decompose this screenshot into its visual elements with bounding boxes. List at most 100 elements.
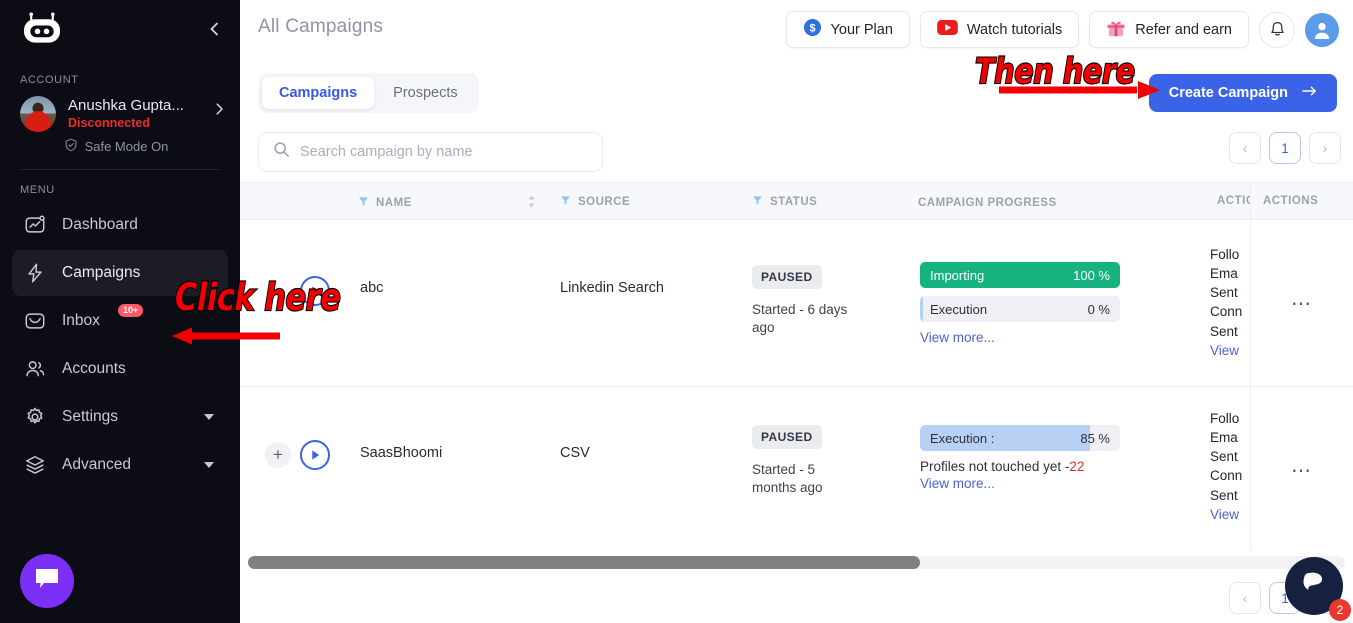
sidebar-chat-button[interactable] <box>20 554 74 608</box>
chevron-down-icon <box>204 462 214 468</box>
sidebar-item-settings[interactable]: Settings <box>12 394 228 440</box>
column-header-status[interactable]: STATUS <box>752 195 817 209</box>
pagination-page-1[interactable]: 1 <box>1269 132 1301 164</box>
actions-line: Sent <box>1210 285 1238 301</box>
account-switcher[interactable]: Anushka Gupta... Disconnected <box>0 86 240 132</box>
refer-and-earn-button[interactable]: Refer and earn <box>1089 11 1249 48</box>
view-more-link[interactable]: View more... <box>920 330 995 345</box>
campaign-source: CSV <box>560 445 590 461</box>
pagination-next-button[interactable]: › <box>1309 132 1341 164</box>
campaign-status-cell: PAUSED Started - 6 days ago <box>752 265 862 337</box>
sidebar-item-label: Inbox <box>62 312 100 329</box>
safe-mode-indicator: Safe Mode On <box>0 138 240 155</box>
row-menu-button[interactable]: ⋯ <box>1251 220 1353 387</box>
sticky-actions-column: ACTIONS ⋯ ⋯ <box>1250 182 1353 550</box>
column-header-name[interactable]: NAME <box>358 195 536 211</box>
view-more-link[interactable]: View more... <box>920 476 995 491</box>
sidebar-item-campaigns[interactable]: Campaigns <box>12 250 228 296</box>
safe-mode-label: Safe Mode On <box>84 139 169 154</box>
inbox-unread-badge: 10+ <box>118 304 144 317</box>
actions-line: Ema <box>1210 430 1238 446</box>
row-menu-button[interactable]: ⋯ <box>1251 387 1353 550</box>
sort-icon[interactable] <box>527 195 536 211</box>
user-avatar-icon[interactable] <box>1305 12 1339 47</box>
chevron-down-icon <box>204 414 214 420</box>
horizontal-scrollbar[interactable] <box>248 556 1345 569</box>
campaign-name[interactable]: abc <box>360 280 383 296</box>
sidebar-item-dashboard[interactable]: Dashboard <box>12 202 228 248</box>
actions-view-more-link[interactable]: View <box>1210 505 1253 524</box>
bottom-pagination-prev-button[interactable]: ‹ <box>1229 582 1261 614</box>
status-badge: PAUSED <box>752 265 822 289</box>
campaign-name[interactable]: SaasBhoomi <box>360 445 442 461</box>
avatar <box>20 96 56 132</box>
search-campaign-box[interactable] <box>258 132 603 172</box>
filter-icon <box>752 195 763 209</box>
column-header-label: CAMPAIGN PROGRESS <box>918 197 1057 209</box>
chat-bubble-icon <box>34 567 60 596</box>
campaign-started: Started - 6 days ago <box>752 302 848 336</box>
sidebar-item-accounts[interactable]: Accounts <box>12 346 228 392</box>
filter-icon <box>560 195 571 209</box>
robot-logo-icon <box>20 12 64 48</box>
progress-label: Importing <box>930 267 985 283</box>
row-play-button[interactable] <box>300 440 330 470</box>
row-expand-button[interactable]: + <box>265 442 291 468</box>
profiles-not-touched-label: Profiles not touched yet - <box>920 459 1070 474</box>
page-title: All Campaigns <box>258 16 384 37</box>
column-header-source[interactable]: SOURCE <box>560 195 630 209</box>
gift-icon <box>1106 18 1126 42</box>
column-header-label: NAME <box>376 197 412 209</box>
column-header-label: SOURCE <box>578 196 631 208</box>
plus-icon[interactable]: + <box>265 442 291 468</box>
sidebar-divider <box>20 169 220 170</box>
your-plan-button[interactable]: $ Your Plan <box>785 11 910 48</box>
menu-section-label: MENU <box>20 184 55 196</box>
lightning-bolt-icon <box>24 262 46 284</box>
refer-and-earn-label: Refer and earn <box>1135 21 1232 38</box>
search-icon <box>273 141 290 163</box>
row-play-button[interactable] <box>300 276 330 306</box>
account-section-label: ACCOUNT <box>20 74 79 86</box>
play-circle-icon[interactable] <box>300 276 330 306</box>
tab-prospects[interactable]: Prospects <box>376 77 474 109</box>
app-root: ACCOUNT Anushka Gupta... Disconnected Sa… <box>0 0 1353 623</box>
sidebar-item-advanced[interactable]: Advanced <box>12 442 228 488</box>
tab-group: Campaigns Prospects <box>258 73 479 113</box>
actions-summary: Follo Ema Sent Conn Sent View <box>1210 245 1253 360</box>
table-row: abc Linkedin Search PAUSED Started - 6 d… <box>240 220 1353 387</box>
watch-tutorials-button[interactable]: Watch tutorials <box>919 11 1080 48</box>
progress-label: Execution <box>930 301 988 317</box>
sidebar-item-label: Accounts <box>62 360 126 377</box>
more-horizontal-icon: ⋯ <box>1291 459 1313 482</box>
sidebar-menu: Dashboard Campaigns Inbox 10+ Accounts S… <box>0 202 240 488</box>
actions-line: Conn <box>1210 304 1243 320</box>
actions-view-more-link[interactable]: View <box>1210 341 1253 360</box>
sidebar: ACCOUNT Anushka Gupta... Disconnected Sa… <box>0 0 240 623</box>
svg-text:$: $ <box>809 23 815 35</box>
top-bar-actions: $ Your Plan Watch tutorials Refer and ea… <box>785 11 1339 48</box>
tab-campaigns[interactable]: Campaigns <box>262 77 375 109</box>
account-name: Anushka Gupta... <box>68 97 184 115</box>
sidebar-collapse-button[interactable] <box>202 16 228 42</box>
search-input[interactable] <box>300 144 588 160</box>
notification-bell-icon[interactable] <box>1259 11 1295 48</box>
scrollbar-thumb[interactable] <box>248 556 920 569</box>
actions-line: Ema <box>1210 266 1238 282</box>
campaign-actions-cell: Follo Ema Sent Conn Sent View <box>1210 245 1253 360</box>
column-header-campaign-progress[interactable]: CAMPAIGN PROGRESS <box>918 195 1261 211</box>
pagination-prev-button[interactable]: ‹ <box>1229 132 1261 164</box>
create-campaign-button[interactable]: Create Campaign <box>1148 74 1337 112</box>
more-horizontal-icon: ⋯ <box>1291 292 1313 315</box>
campaigns-table: NAME SOURCE STATUS CAMPAIGN PROGRESS ACT… <box>240 182 1353 550</box>
campaign-actions-cell: Follo Ema Sent Conn Sent View <box>1210 409 1253 524</box>
campaign-progress-cell: Importing 100 % Execution 0 % View more.… <box>920 262 1120 346</box>
column-header-label: STATUS <box>770 196 818 208</box>
envelope-icon <box>24 310 46 332</box>
play-circle-icon[interactable] <box>300 440 330 470</box>
youtube-icon <box>937 20 958 39</box>
search-row: ‹ 1 › <box>240 120 1353 180</box>
progress-label: Execution : <box>930 430 995 446</box>
actions-line: Sent <box>1210 449 1238 465</box>
sidebar-item-inbox[interactable]: Inbox 10+ <box>12 298 228 344</box>
